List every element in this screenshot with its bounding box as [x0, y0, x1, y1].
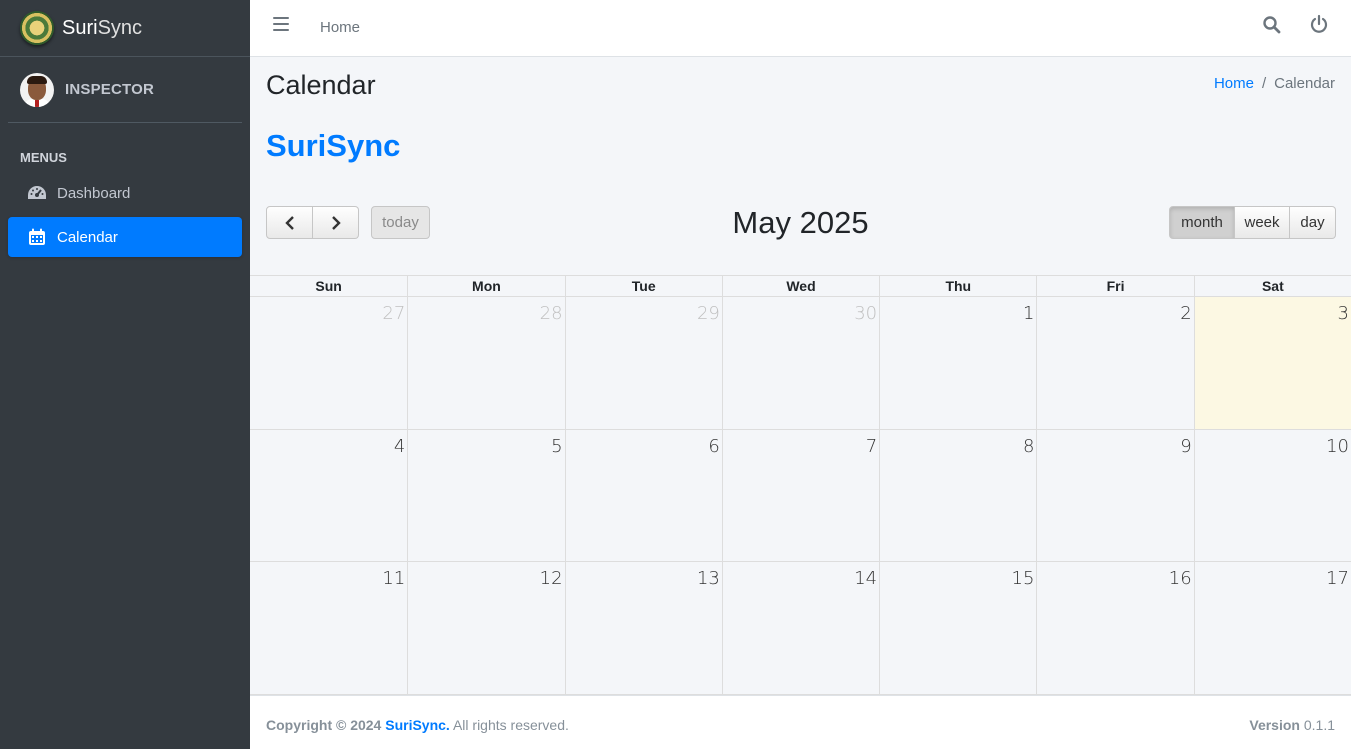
day-number: 14: [854, 568, 878, 589]
day-number: 9: [1180, 435, 1192, 457]
calendar-day-cell-today[interactable]: 3: [1193, 297, 1351, 429]
calendar-week-row: 27 28 29 30 1 2 3: [250, 297, 1351, 430]
day-number: 12: [539, 568, 563, 589]
user-name[interactable]: INSPECTOR: [65, 81, 154, 98]
calendar-day-cell[interactable]: 2: [1036, 297, 1193, 429]
calendar-grid: Sun Mon Tue Wed Thu Fri Sat 27 28 29 30 …: [250, 275, 1351, 695]
calendar-day-cell[interactable]: 29: [564, 297, 722, 429]
search-icon[interactable]: [1262, 15, 1282, 35]
footer-copyright: Copyright © 2024 SuriSync. All rights re…: [266, 717, 569, 733]
calendar-day-cell[interactable]: 5: [407, 429, 564, 561]
calendar-day-cell[interactable]: 28: [407, 297, 564, 429]
calendar-day-cell[interactable]: 1: [879, 297, 1036, 429]
sidebar-item-label: Calendar: [57, 228, 118, 246]
day-number: 10: [1326, 435, 1349, 457]
weekday-header: Sat: [1193, 276, 1351, 297]
calendar-day-cell[interactable]: 12: [407, 562, 564, 694]
user-panel[interactable]: INSPECTOR: [8, 57, 242, 123]
footer-version: Version 0.1.1: [1249, 717, 1335, 733]
week-view-button[interactable]: week: [1235, 206, 1290, 239]
day-number: 16: [1168, 568, 1192, 589]
top-home-link[interactable]: Home: [320, 19, 360, 36]
day-number: 6: [708, 435, 720, 457]
weekday-header: Wed: [721, 276, 879, 297]
top-navbar: Home: [250, 0, 1351, 57]
calendar-day-cell[interactable]: 8: [879, 429, 1036, 561]
weekday-header: Thu: [879, 276, 1036, 297]
calendar-day-cell[interactable]: 7: [721, 429, 879, 561]
brand-name: SuriSync: [62, 16, 143, 39]
menu-header: MENUS: [20, 150, 67, 165]
sidebar-item-calendar[interactable]: Calendar: [8, 217, 242, 257]
breadcrumb-current: Calendar: [1274, 75, 1335, 92]
day-number: 5: [551, 435, 563, 457]
day-number: 1: [1022, 303, 1035, 324]
month-view-button[interactable]: month: [1169, 206, 1235, 239]
calendar-day-cell[interactable]: 16: [1036, 562, 1193, 694]
day-number: 3: [1337, 303, 1349, 324]
brand-logo: [20, 11, 54, 45]
footer: Copyright © 2024 SuriSync. All rights re…: [250, 695, 1351, 749]
day-number: 29: [696, 303, 720, 324]
sidebar: SuriSync INSPECTOR MENUS Dashboard Calen…: [0, 0, 250, 749]
calendar-day-cell[interactable]: 9: [1036, 429, 1193, 561]
calendar-day-cell[interactable]: 13: [564, 562, 722, 694]
day-number: 15: [1011, 568, 1035, 589]
sidebar-item-dashboard[interactable]: Dashboard: [8, 173, 242, 213]
calendar-day-cell[interactable]: 27: [250, 297, 407, 429]
calendar-day-cell[interactable]: 17: [1193, 562, 1351, 694]
day-number: 2: [1180, 303, 1192, 324]
day-number: 7: [865, 435, 878, 457]
copyright-text: Copyright © 2024: [266, 717, 382, 733]
view-switcher: month week day: [1169, 206, 1336, 239]
day-number: 17: [1326, 568, 1349, 589]
calendar-day-cell[interactable]: 4: [250, 430, 407, 562]
calendar-icon: [26, 227, 48, 247]
brand-link[interactable]: SuriSync: [0, 0, 250, 57]
day-number: 8: [1022, 435, 1035, 457]
version-label: Version: [1249, 717, 1300, 733]
version-number: 0.1.1: [1303, 717, 1335, 733]
weekday-header-row: Sun Mon Tue Wed Thu Fri Sat: [250, 275, 1351, 297]
footer-brand-link[interactable]: SuriSync.: [385, 717, 450, 733]
calendar-day-cell[interactable]: 30: [721, 297, 879, 429]
calendar-week-row: 4 5 6 7 8 9 10: [250, 429, 1351, 562]
page-title: Calendar: [266, 70, 376, 100]
day-number: 13: [696, 568, 720, 589]
rights-text: All rights reserved.: [452, 717, 569, 733]
tachometer-icon: [26, 183, 48, 203]
calendar-day-cell[interactable]: 6: [564, 429, 722, 561]
weekday-header: Fri: [1036, 276, 1193, 297]
breadcrumb-separator: /: [1261, 75, 1267, 92]
day-number: 30: [854, 303, 878, 324]
weekday-header: Sun: [315, 278, 342, 294]
avatar: [20, 72, 54, 107]
calendar-day-cell[interactable]: 15: [879, 562, 1036, 694]
calendar-day-cell[interactable]: 10: [1193, 429, 1351, 561]
sidebar-item-label: Dashboard: [57, 184, 131, 202]
day-view-button[interactable]: day: [1290, 206, 1336, 239]
day-number: 27: [382, 303, 406, 324]
calendar-day-cell[interactable]: 14: [721, 562, 879, 694]
day-number: 4: [393, 435, 406, 457]
power-icon[interactable]: [1309, 14, 1329, 34]
weekday-header: Tue: [564, 276, 722, 297]
day-number: 11: [382, 568, 406, 589]
weekday-header: Mon: [407, 276, 564, 297]
hamburger-menu-icon[interactable]: [273, 17, 289, 31]
calendar-week-row: 11 12 13 14 15 16 17: [250, 562, 1351, 695]
breadcrumb: Home / Calendar: [1214, 75, 1335, 92]
calendar-day-cell[interactable]: 11: [250, 562, 407, 694]
app-heading: SuriSync: [266, 128, 401, 163]
breadcrumb-home-link[interactable]: Home: [1214, 75, 1254, 92]
day-number: 28: [539, 303, 563, 324]
